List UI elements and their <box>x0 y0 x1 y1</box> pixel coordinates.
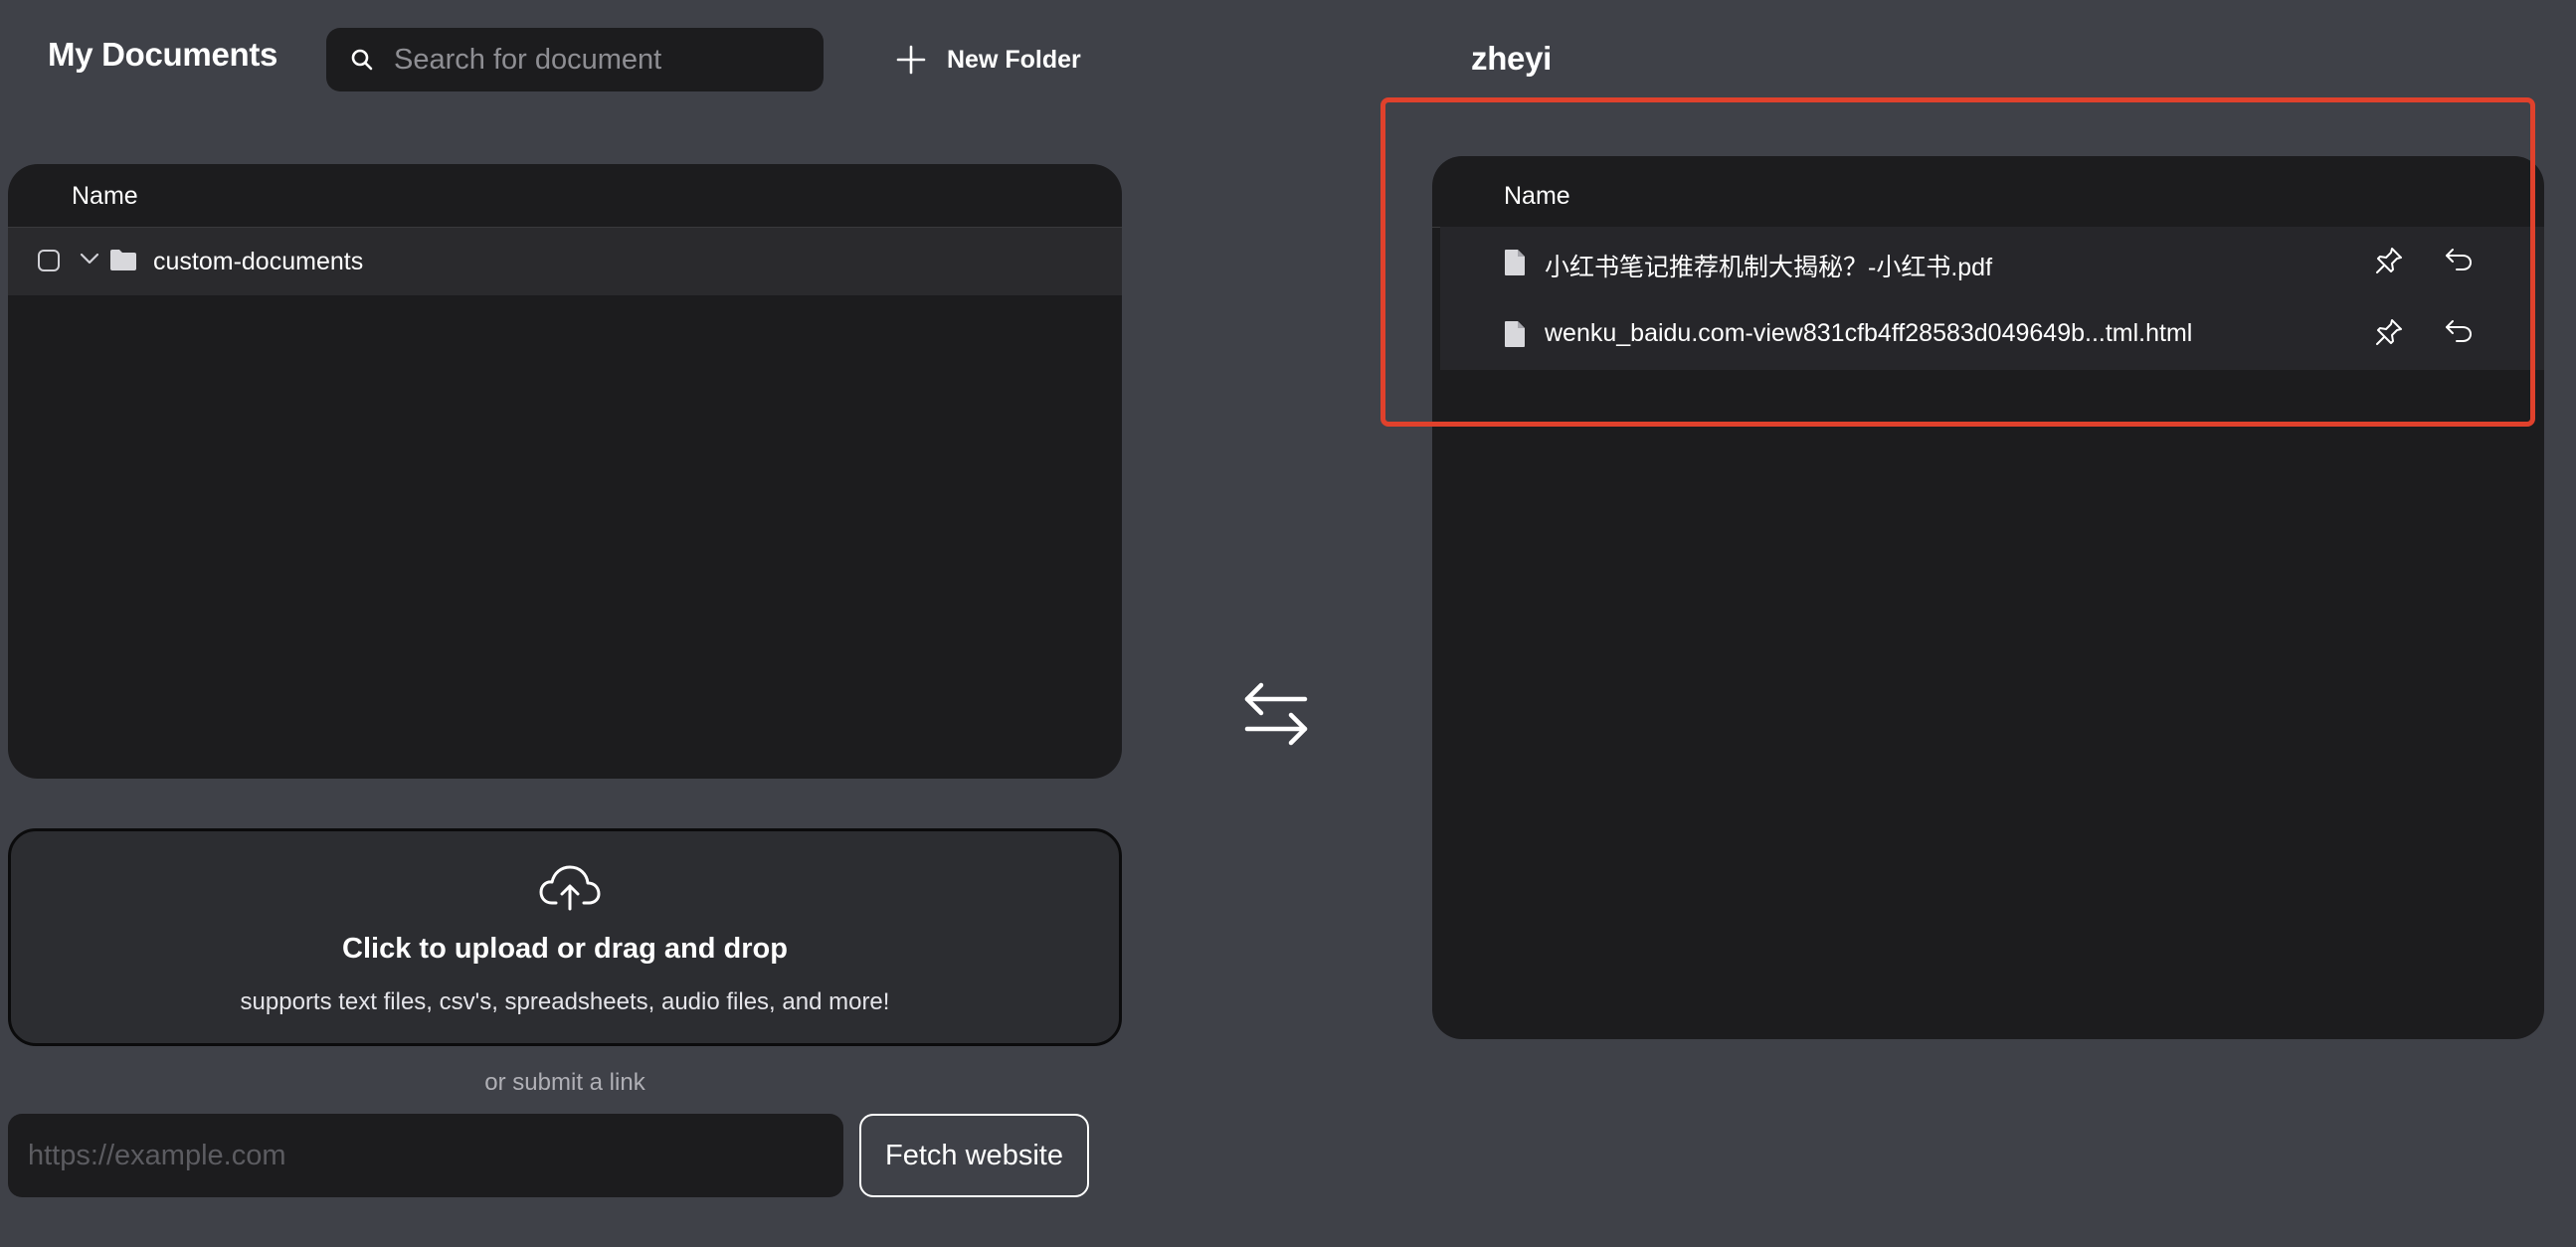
undo-remove-icon[interactable] <box>2443 316 2475 348</box>
new-folder-label: New Folder <box>947 45 1081 74</box>
folder-icon <box>110 250 136 270</box>
undo-remove-icon[interactable] <box>2443 245 2475 276</box>
pin-icon[interactable] <box>2373 245 2405 276</box>
workspace-title: zheyi <box>1471 40 1553 77</box>
fetch-website-button[interactable]: Fetch website <box>859 1114 1089 1197</box>
folder-name: custom-documents <box>153 248 364 275</box>
or-submit-link-text: or submit a link <box>484 1069 645 1096</box>
search-icon <box>351 49 373 71</box>
upload-subtitle: supports text files, csv's, spreadsheets… <box>240 988 890 1015</box>
upload-title: Click to upload or drag and drop <box>342 933 788 965</box>
file-icon <box>1505 321 1525 347</box>
table-header: Name <box>8 164 1122 228</box>
folder-row[interactable]: custom-documents <box>8 228 1122 295</box>
documents-table: Name custom-documents <box>8 164 1122 779</box>
upload-dropzone[interactable]: Click to upload or drag and drop support… <box>8 828 1122 1046</box>
workspace-document-row[interactable]: 小红书笔记推荐机制大揭秘？-小红书.pdf <box>1440 227 2544 298</box>
document-name: 小红书笔记推荐机制大揭秘？-小红书.pdf <box>1545 254 1993 281</box>
pin-icon[interactable] <box>2373 316 2405 348</box>
swap-arrows-icon[interactable] <box>1241 681 1311 747</box>
url-input[interactable] <box>8 1114 843 1197</box>
column-header-name: Name <box>72 182 138 210</box>
document-name: wenku_baidu.com-view831cfb4ff28583d04964… <box>1545 319 2193 347</box>
search-box[interactable] <box>326 28 824 91</box>
chevron-down-icon[interactable] <box>80 252 99 266</box>
folder-checkbox[interactable] <box>38 250 60 271</box>
cloud-upload-icon <box>539 865 601 911</box>
plus-icon <box>896 45 926 75</box>
table-header: Name <box>1432 156 2544 228</box>
workspace-document-row[interactable]: wenku_baidu.com-view831cfb4ff28583d04964… <box>1440 298 2544 370</box>
new-folder-button[interactable]: New Folder <box>895 38 1081 82</box>
page-title: My Documents <box>48 36 278 73</box>
file-icon <box>1505 250 1525 275</box>
search-input[interactable] <box>394 43 792 77</box>
column-header-name: Name <box>1504 182 1570 210</box>
workspace-documents-table: Name 小红书笔记推荐机制大揭秘？-小红书.pdf wenku_baidu.c… <box>1432 156 2544 1039</box>
